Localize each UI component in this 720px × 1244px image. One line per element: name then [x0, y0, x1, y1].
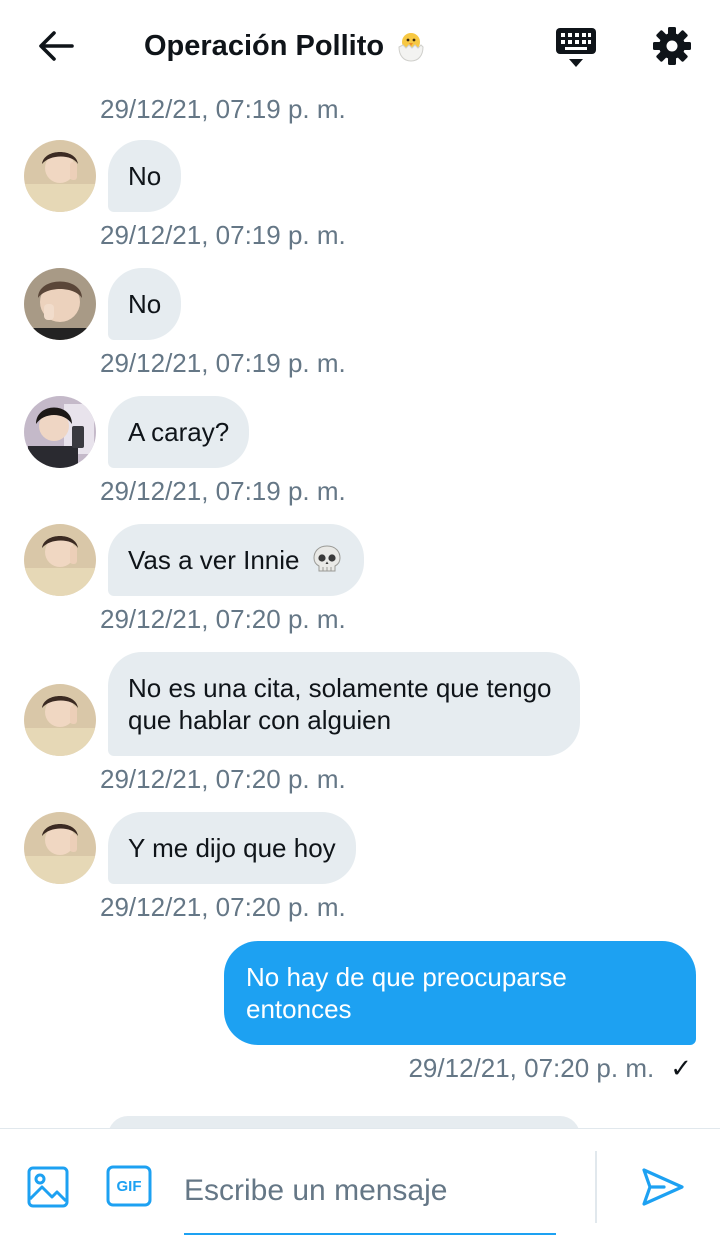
message-timestamp: 29/12/21, 07:19 p. m. — [100, 220, 346, 250]
message-text: No hay de que preocuparse entonces — [246, 962, 567, 1024]
gear-icon — [653, 27, 691, 65]
message-list[interactable]: 29/12/21, 07:19 p. m. No 29/12/21, 07:19… — [0, 92, 720, 1128]
hatching-chick-icon — [398, 33, 424, 62]
keyboard-icon — [556, 28, 596, 67]
message-input[interactable] — [184, 1163, 556, 1235]
avatar[interactable] — [24, 524, 96, 596]
keyboard-button[interactable] — [554, 26, 598, 70]
message-text: No — [128, 289, 162, 319]
send-icon — [642, 1168, 684, 1206]
message-bubble[interactable]: No — [108, 140, 182, 212]
avatar[interactable] — [24, 268, 96, 340]
message-timestamp: 29/12/21, 07:19 p. m. — [100, 94, 346, 124]
message-bubble-outgoing[interactable]: No hay de que preocuparse entonces — [224, 941, 696, 1045]
back-button[interactable] — [34, 26, 78, 66]
message-text: No — [128, 161, 162, 191]
message-timestamp: 29/12/21, 07:20 p. m. — [100, 604, 346, 634]
message-timestamp: 29/12/21, 07:19 p. m. — [100, 348, 346, 378]
message-bubble-partial[interactable] — [108, 1116, 580, 1128]
avatar[interactable] — [24, 684, 96, 756]
image-icon — [27, 1166, 69, 1208]
message-timestamp: 29/12/21, 07:19 p. m. — [100, 476, 346, 506]
gif-label: GIF — [116, 1177, 142, 1195]
message-bubble[interactable]: A caray? — [108, 396, 250, 468]
message-composer: GIF — [0, 1128, 720, 1244]
message-bubble[interactable]: No — [108, 268, 182, 340]
composer-divider — [595, 1151, 597, 1223]
message-bubble[interactable]: No es una cita, solamente que tengo que … — [108, 652, 580, 756]
message-bubble[interactable]: Y me dijo que hoy — [108, 812, 356, 884]
send-button[interactable] — [640, 1165, 686, 1209]
conversation-title[interactable]: Operación Pollito — [144, 26, 428, 66]
message-bubble[interactable]: Vas a ver Innie — [108, 524, 364, 596]
arrow-left-icon — [39, 31, 74, 61]
message-text: No es una cita, solamente que tengo que … — [128, 673, 552, 735]
chat-header: Operación Pollito — [0, 0, 720, 92]
settings-button[interactable] — [650, 24, 694, 68]
message-timestamp: 29/12/21, 07:20 p. m. — [100, 892, 346, 922]
skull-icon — [313, 545, 341, 572]
message-status: 29/12/21, 07:20 p. m. ✓ — [408, 1053, 692, 1084]
message-text: Vas a ver Innie — [128, 545, 300, 575]
message-timestamp: 29/12/21, 07:20 p. m. — [100, 764, 346, 794]
avatar[interactable] — [24, 396, 96, 468]
message-text: A caray? — [128, 417, 230, 447]
avatar[interactable] — [24, 140, 96, 212]
message-timestamp: 29/12/21, 07:20 p. m. — [408, 1053, 655, 1083]
message-text: Y me dijo que hoy — [128, 833, 336, 863]
add-image-button[interactable] — [26, 1165, 70, 1209]
conversation-title-text: Operación Pollito — [144, 29, 385, 62]
add-gif-button[interactable]: GIF — [106, 1165, 152, 1207]
sent-check-icon: ✓ — [670, 1053, 692, 1083]
avatar[interactable] — [24, 812, 96, 884]
